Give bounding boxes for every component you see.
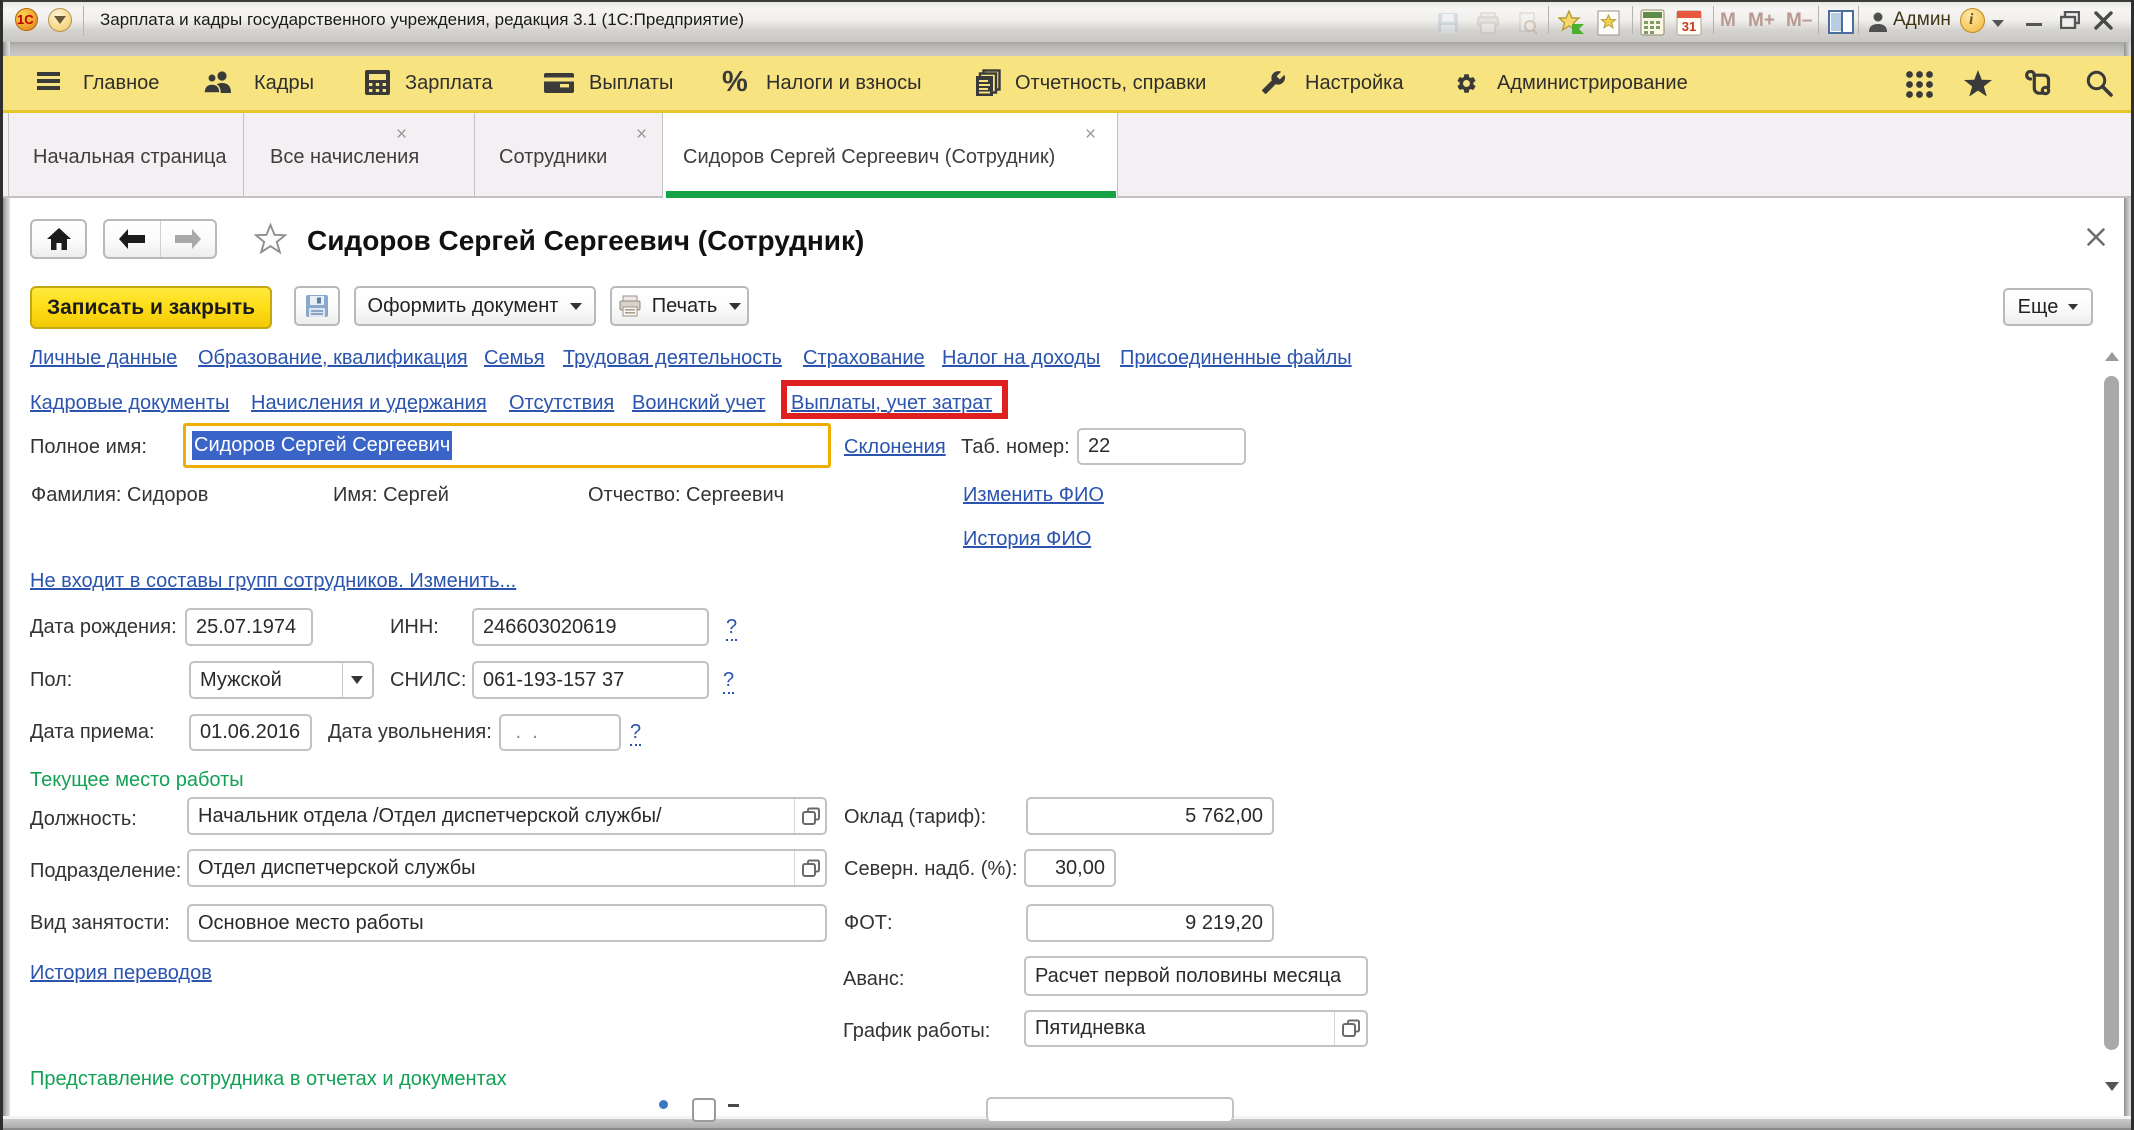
svg-text:31: 31 bbox=[1682, 19, 1696, 34]
